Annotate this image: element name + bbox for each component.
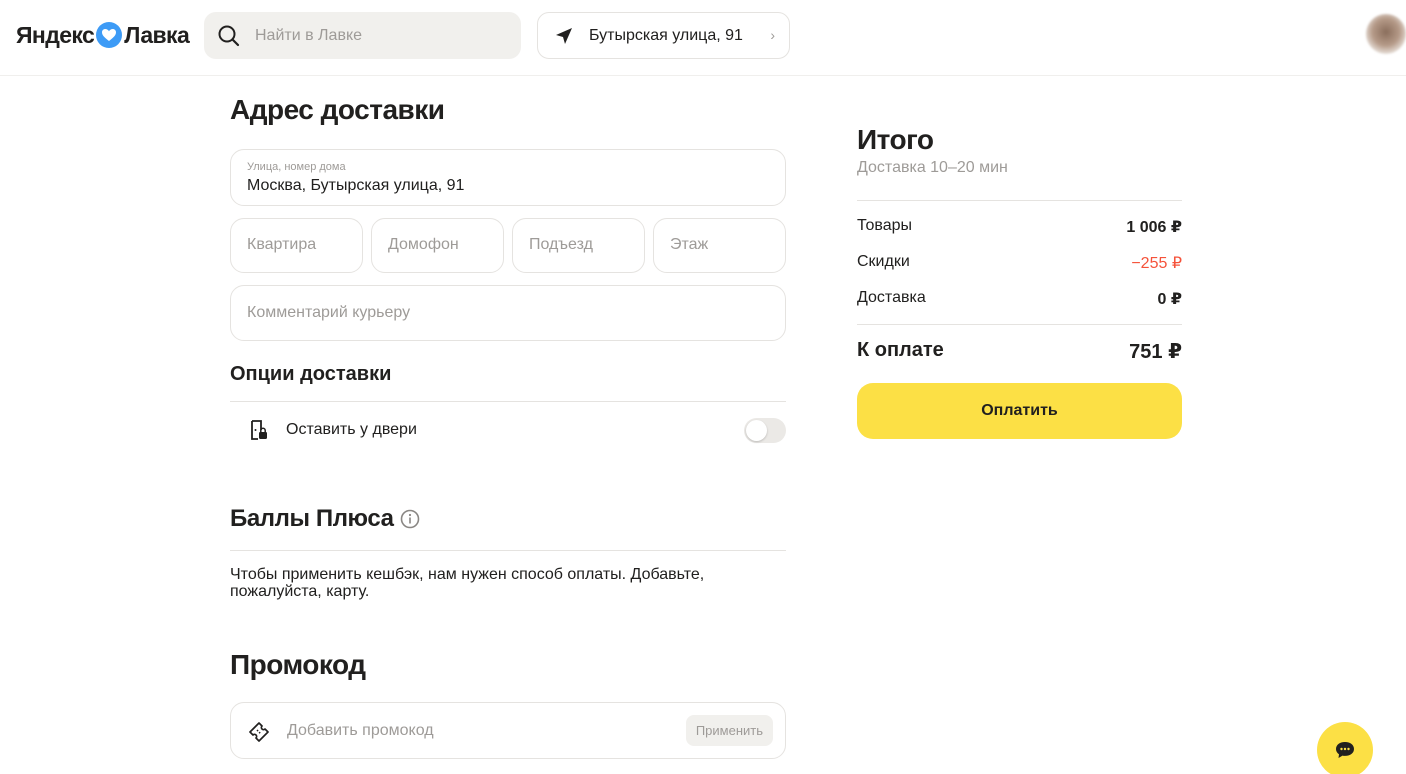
ticket-icon — [249, 722, 269, 742]
discount-value: −255 ₽ — [1131, 255, 1182, 272]
header-address-label: Бутырская улица, 91 — [589, 26, 743, 44]
delivery-address-title: Адрес доставки — [230, 94, 445, 125]
promo-field[interactable]: Добавить промокод Применить — [230, 702, 786, 759]
summary-title: Итого — [857, 124, 934, 155]
delivery-value: 0 ₽ — [1157, 291, 1182, 308]
plus-points-title: Баллы Плюса — [230, 505, 420, 533]
street-field-label: Улица, номер дома — [247, 161, 346, 173]
courier-comment-placeholder: Комментарий курьеру — [247, 304, 411, 321]
yandex-lavka-logo[interactable]: Яндекс Лавка — [16, 20, 190, 50]
apartment-placeholder: Квартира — [247, 236, 317, 253]
entrance-field[interactable]: Подъезд — [512, 218, 645, 273]
delivery-time: Доставка 10–20 мин — [857, 159, 1008, 176]
discount-label: Скидки — [857, 253, 910, 270]
delivery-options-title: Опции доставки — [230, 363, 392, 385]
plus-divider — [230, 550, 786, 551]
summary-row-to-pay: К оплате 751 ₽ — [857, 339, 1182, 364]
leave-at-door-toggle[interactable] — [744, 418, 786, 443]
summary-row-discount: Скидки −255 ₽ — [857, 253, 1182, 273]
street-field-value[interactable]: Москва, Бутырская улица, 91 — [247, 177, 464, 195]
chat-bubble-icon — [1336, 742, 1354, 758]
summary-divider-top — [857, 200, 1182, 201]
apartment-field[interactable]: Квартира — [230, 218, 363, 273]
apply-promo-button[interactable]: Применить — [685, 715, 773, 746]
search-bar[interactable] — [204, 12, 521, 59]
promo-placeholder: Добавить промокод — [287, 722, 434, 739]
floor-placeholder: Этаж — [670, 236, 709, 253]
heart-logo-icon — [96, 22, 123, 48]
summary-divider-bottom — [857, 324, 1182, 325]
goods-label: Товары — [857, 217, 913, 234]
door-lock-icon — [251, 420, 267, 440]
intercom-placeholder: Домофон — [388, 236, 459, 253]
promo-title: Промокод — [230, 649, 366, 680]
logo-text-lavka: Лавка — [124, 21, 190, 48]
location-arrow-icon — [556, 27, 572, 44]
delivery-label: Доставка — [857, 289, 926, 306]
street-field[interactable]: Улица, номер дома Москва, Бутырская улиц… — [230, 149, 786, 206]
chevron-right-icon: › — [770, 27, 775, 43]
plus-points-title-text: Баллы Плюса — [230, 505, 394, 532]
to-pay-value: 751 ₽ — [1129, 341, 1182, 363]
summary-row-delivery: Доставка 0 ₽ — [857, 289, 1182, 309]
intercom-field[interactable]: Домофон — [371, 218, 504, 273]
top-header: Яндекс Лавка Бутырская улица, 91 › — [0, 0, 1406, 76]
entrance-placeholder: Подъезд — [529, 236, 593, 253]
options-divider — [230, 401, 786, 402]
courier-comment-field[interactable]: Комментарий курьеру — [230, 285, 786, 341]
pay-button[interactable]: Оплатить — [857, 383, 1182, 439]
to-pay-label: К оплате — [857, 339, 944, 361]
info-icon[interactable] — [400, 509, 420, 529]
summary-row-goods: Товары 1 006 ₽ — [857, 217, 1182, 237]
leave-at-door-label: Оставить у двери — [286, 421, 417, 438]
user-avatar[interactable] — [1366, 14, 1406, 54]
goods-value: 1 006 ₽ — [1126, 219, 1182, 236]
delivery-address-button[interactable]: Бутырская улица, 91 › — [537, 12, 790, 59]
search-input[interactable] — [255, 26, 495, 45]
plus-points-message: Чтобы применить кешбэк, нам нужен способ… — [230, 566, 705, 600]
toggle-knob — [746, 420, 767, 441]
floor-field[interactable]: Этаж — [653, 218, 786, 273]
support-chat-button[interactable] — [1317, 722, 1373, 774]
search-icon — [218, 25, 240, 46]
logo-text-yandex: Яндекс — [16, 21, 95, 48]
